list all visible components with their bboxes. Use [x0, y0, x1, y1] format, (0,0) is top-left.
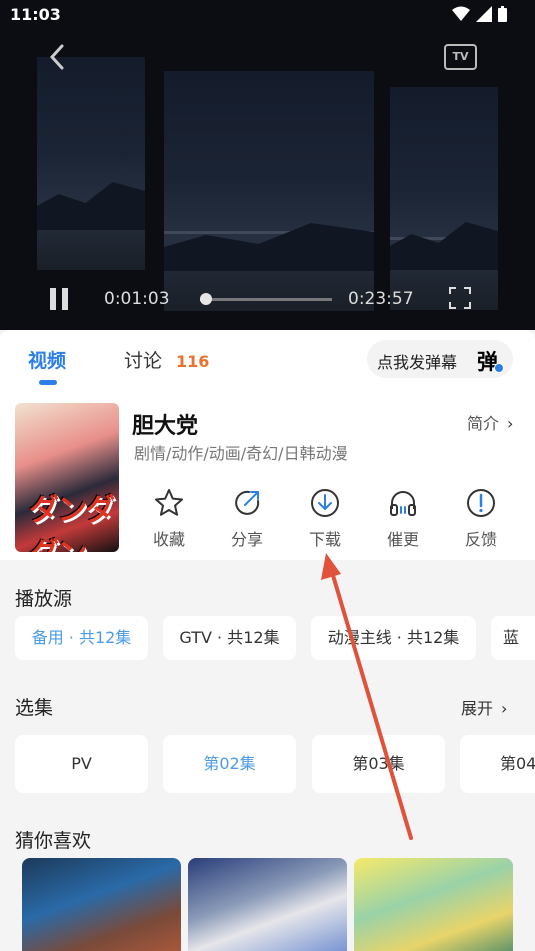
fullscreen-button[interactable] [449, 287, 471, 309]
feedback-label: 反馈 [464, 530, 497, 549]
progress-thumb[interactable] [199, 293, 212, 305]
favorite-label: 收藏 [152, 530, 185, 549]
download-label: 下载 [308, 530, 341, 549]
tv-cast-icon: TV [452, 50, 469, 63]
feedback-icon [467, 489, 495, 517]
expand-episodes-button[interactable]: 展开 › [461, 695, 507, 719]
share-button[interactable]: 分享 [217, 487, 277, 550]
intro-link[interactable]: 简介 › [467, 410, 513, 434]
chevron-left-icon [49, 44, 64, 70]
battery-icon [498, 6, 507, 22]
download-button[interactable]: 下载 [295, 487, 355, 550]
urge-update-button[interactable]: 催更 [373, 487, 433, 550]
tv-cast-button[interactable]: TV [444, 44, 477, 70]
source-chip[interactable]: 备用 · 共12集 [15, 616, 148, 660]
episode-chip[interactable]: PV [15, 735, 148, 793]
anime-info: ダンダダン 胆大党 剧情/动作/动画/奇幻/日韩动漫 简介› 收藏 分享 下载 … [0, 390, 535, 560]
total-time: 0:23:57 [348, 289, 414, 309]
tab-discussion[interactable]: 讨论 116 [124, 346, 209, 373]
wifi-icon [452, 6, 470, 21]
video-frame-right [390, 87, 498, 310]
episode-chip[interactable]: 第03集 [312, 735, 445, 793]
danmu-check-badge [494, 363, 504, 373]
video-frame-left [37, 57, 145, 270]
tab-video[interactable]: 视频 [28, 346, 67, 385]
anime-genres: 剧情/动作/动画/奇幻/日韩动漫 [134, 444, 348, 463]
feedback-button[interactable]: 反馈 [451, 487, 511, 550]
source-chip[interactable]: GTV · 共12集 [163, 616, 296, 660]
danmu-prompt: 点我发弹幕 [377, 353, 458, 372]
star-icon [155, 489, 183, 516]
back-button[interactable] [49, 44, 64, 77]
poster-logo: ダンダダン [29, 493, 115, 552]
status-bar: 11:03 [0, 0, 535, 30]
tab-bar: 视频 讨论 116 点我发弹幕 弹 [0, 330, 535, 390]
status-icons [452, 6, 507, 22]
danmu-button[interactable]: 点我发弹幕 弹 [367, 340, 513, 378]
player-controls: 0:01:03 0:23:57 [0, 285, 535, 315]
video-player[interactable]: 11:03 TV 0:01:03 0:23:57 [0, 0, 535, 330]
recommendation-card[interactable] [354, 858, 513, 951]
status-time: 11:03 [10, 5, 61, 24]
urge-update-label: 催更 [386, 530, 419, 549]
headphones-icon [390, 491, 416, 516]
signal-icon [476, 6, 492, 22]
progress-bar[interactable] [199, 293, 332, 305]
episode-chip[interactable]: 第02集 [163, 735, 296, 793]
share-icon [235, 490, 260, 515]
current-time: 0:01:03 [104, 289, 170, 309]
episode-chip[interactable]: 第04 [460, 735, 535, 793]
sources-title: 播放源 [15, 588, 73, 610]
download-icon [311, 489, 339, 517]
chevron-right-icon: › [507, 414, 514, 433]
source-chip[interactable]: 动漫主线 · 共12集 [311, 616, 476, 660]
episodes-title: 选集 [15, 697, 54, 719]
favorite-button[interactable]: 收藏 [139, 487, 199, 550]
recommendation-card[interactable] [188, 858, 347, 951]
share-label: 分享 [230, 530, 263, 549]
recommendations-title: 猜你喜欢 [15, 830, 92, 852]
pause-button[interactable] [48, 288, 70, 310]
chevron-right-icon: › [501, 699, 508, 718]
tab-discussion-label: 讨论 [124, 350, 163, 372]
intro-label: 简介 [467, 414, 500, 433]
expand-label: 展开 [461, 699, 494, 718]
tab-video-label: 视频 [28, 350, 67, 372]
discussion-count: 116 [176, 352, 210, 371]
video-frame-center [164, 71, 374, 311]
recommendation-card[interactable] [22, 858, 181, 951]
poster-image[interactable]: ダンダダン [15, 403, 119, 552]
tab-active-indicator [39, 380, 57, 385]
anime-title: 胆大党 [132, 414, 199, 439]
source-chip[interactable]: 蓝 [491, 616, 535, 660]
